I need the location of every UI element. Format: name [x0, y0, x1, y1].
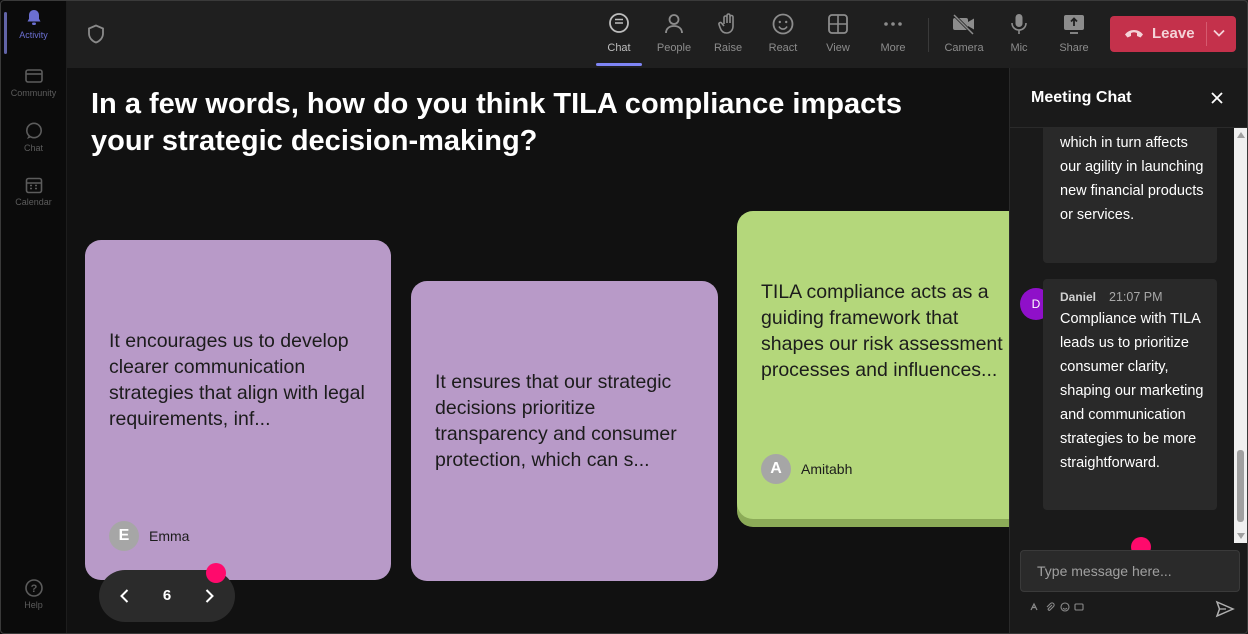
share-button[interactable]: Share: [1047, 10, 1101, 60]
rail-item-label: Activity: [19, 30, 48, 40]
message-sender: Daniel: [1060, 290, 1097, 304]
people-label: People: [656, 42, 692, 54]
avatar: A: [761, 454, 791, 484]
scroll-down-icon[interactable]: [1237, 533, 1245, 539]
send-icon[interactable]: [1215, 600, 1235, 618]
chat-button[interactable]: Chat: [592, 10, 646, 66]
grid-view-icon: [828, 14, 848, 34]
shield-icon: [88, 24, 104, 44]
avatar: E: [109, 521, 139, 551]
more-button[interactable]: More: [866, 10, 920, 60]
react-button[interactable]: React: [756, 10, 810, 60]
rail-item-chat[interactable]: Chat: [0, 121, 67, 171]
leave-button[interactable]: Leave: [1110, 16, 1236, 52]
raise-label: Raise: [713, 42, 743, 54]
chat-scrollbar[interactable]: [1234, 128, 1247, 543]
message-text: which in turn affects our agility in lau…: [1060, 135, 1204, 223]
chevron-right-icon[interactable]: [199, 586, 219, 606]
camera-label: Camera: [944, 42, 984, 54]
hang-up-icon: [1125, 30, 1143, 38]
community-icon: [24, 69, 43, 83]
chat-header: Meeting Chat: [1010, 68, 1248, 128]
emoji-icon[interactable]: [1060, 602, 1070, 612]
mic-icon: [1011, 14, 1027, 34]
raise-hand-button[interactable]: Raise: [701, 10, 755, 60]
people-icon: [665, 14, 683, 34]
response-card[interactable]: It encourages us to develop clearer comm…: [85, 240, 391, 580]
share-screen-icon: [1064, 15, 1084, 34]
meeting-chat-panel: Meeting Chat which in turn affects our a…: [1009, 68, 1248, 634]
people-button[interactable]: People: [647, 10, 701, 60]
chat-icon: [25, 122, 42, 139]
share-label: Share: [1059, 42, 1089, 54]
chat-message: Daniel 21:07 PM Compliance with TILA lea…: [1043, 279, 1217, 510]
rail-item-label: Community: [10, 88, 57, 98]
response-card[interactable]: It ensures that our strategic decisions …: [411, 281, 718, 581]
mic-label: Mic: [1010, 42, 1028, 54]
view-label: View: [826, 42, 850, 54]
scroll-thumb[interactable]: [1237, 450, 1244, 522]
close-icon[interactable]: [1209, 90, 1225, 106]
rail-item-calendar[interactable]: Calendar: [0, 175, 67, 225]
message-list: which in turn affects our agility in lau…: [1010, 128, 1235, 543]
page-number: 6: [162, 587, 172, 604]
response-text: It ensures that our strategic decisions …: [435, 371, 677, 471]
message-time: 21:07 PM: [1109, 290, 1163, 304]
response-text: It encourages us to develop clearer comm…: [109, 330, 365, 430]
react-label: React: [768, 42, 798, 54]
scroll-up-icon[interactable]: [1237, 132, 1245, 138]
chevron-down-icon[interactable]: [1212, 28, 1226, 38]
leave-divider: [1206, 22, 1207, 46]
response-card[interactable]: TILA compliance acts as a guiding framew…: [737, 211, 1009, 519]
calendar-icon: [25, 177, 42, 194]
rail-item-activity[interactable]: Activity: [0, 8, 67, 58]
rail-item-label: Help: [24, 600, 43, 610]
camera-button[interactable]: Camera: [937, 10, 991, 60]
app-rail: Activity Community Chat Calendar ? Help: [0, 0, 67, 634]
author-name: Emma: [149, 528, 190, 544]
attach-icon[interactable]: [1045, 602, 1055, 612]
gif-icon[interactable]: [1074, 602, 1084, 612]
question-title: In a few words, how do you think TILA co…: [91, 88, 903, 157]
chat-icon: [609, 13, 629, 33]
chevron-left-icon[interactable]: [115, 586, 135, 606]
more-icon: [884, 22, 902, 26]
rail-item-label: Chat: [23, 143, 43, 153]
chat-label: Chat: [607, 42, 631, 54]
presentation-stage: In a few words, how do you think TILA co…: [67, 68, 1009, 634]
rail-item-label: Calendar: [15, 197, 52, 207]
format-icon[interactable]: [1030, 602, 1040, 612]
bell-icon: [27, 10, 40, 25]
svg-text:?: ?: [30, 583, 37, 595]
more-label: More: [880, 42, 906, 54]
hand-icon: [718, 13, 734, 34]
view-button[interactable]: View: [811, 10, 865, 60]
smiley-icon: [772, 13, 794, 35]
rail-item-help[interactable]: ? Help: [0, 578, 67, 628]
response-text: TILA compliance acts as a guiding framew…: [761, 281, 1003, 381]
chat-message: which in turn affects our agility in lau…: [1043, 128, 1217, 263]
mic-button[interactable]: Mic: [992, 10, 1046, 60]
pointer-marker: [206, 563, 226, 583]
help-icon: ?: [24, 579, 43, 597]
message-input[interactable]: [1020, 550, 1240, 592]
toolbar-divider: [928, 18, 929, 52]
author-name: Amitabh: [801, 461, 853, 477]
meeting-toolbar: Chat People Raise React View More Camera…: [67, 0, 1248, 68]
camera-off-icon: [952, 13, 975, 36]
leave-label: Leave: [1152, 25, 1195, 42]
chat-title: Meeting Chat: [1031, 89, 1132, 106]
rail-item-community[interactable]: Community: [0, 66, 67, 116]
message-text: Compliance with TILA leads us to priorit…: [1060, 311, 1204, 471]
